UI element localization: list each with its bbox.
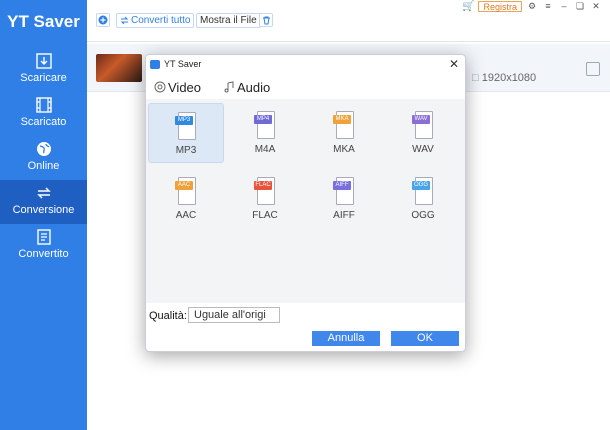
file-icon: MP4 <box>254 111 276 139</box>
menu-icon[interactable]: ≡ <box>542 1 554 12</box>
format-grid: MP3 MP3 MP4 M4A MKA MKA WAV WAV AAC AAC … <box>146 99 465 303</box>
tab-video[interactable]: Video <box>154 77 201 97</box>
close-icon[interactable]: ✕ <box>590 1 602 12</box>
tab-audio[interactable]: Audio <box>223 77 270 97</box>
download-icon <box>35 53 52 69</box>
file-icon: OGG <box>412 177 434 205</box>
format-label: MP3 <box>175 145 197 156</box>
format-dialog: YT Saver ✕ Video Audio MP3 MP3 MP4 M4A M… <box>145 54 466 352</box>
format-label: FLAC <box>252 210 278 221</box>
app-logo-icon <box>150 59 160 69</box>
sidebar-item-label: Online <box>27 160 60 172</box>
video-icon <box>154 81 166 93</box>
sidebar-item-label: Scaricare <box>20 72 67 84</box>
film-icon <box>35 97 52 113</box>
resolution-value: 1920x1080 <box>481 72 537 84</box>
sidebar: YT Saver Scaricare Scaricato Online Conv… <box>0 0 87 430</box>
format-label: WAV <box>412 144 434 155</box>
convert-icon <box>36 187 51 199</box>
toolbar: Converti tutto Mostra il File 🛒 Registra… <box>87 0 610 42</box>
quality-select[interactable]: Uguale all'origi <box>188 307 280 323</box>
gear-icon[interactable]: ⚙ <box>526 1 538 12</box>
resolution-icon: □ <box>472 72 479 84</box>
sidebar-item-convertito[interactable]: Convertito <box>0 224 87 268</box>
sidebar-item-online[interactable]: Online <box>0 136 87 180</box>
add-button[interactable] <box>96 13 110 27</box>
tab-audio-label: Audio <box>237 79 271 95</box>
format-label: M4A <box>254 144 276 155</box>
format-item-m4a[interactable]: MP4 M4A <box>227 103 303 163</box>
format-label: AIFF <box>333 210 355 221</box>
convert-all-label: Converti tutto <box>131 15 191 26</box>
ok-button[interactable]: OK <box>391 331 459 346</box>
trash-icon <box>262 16 270 24</box>
file-icon: MP3 <box>175 112 197 140</box>
file-icon: FLAC <box>254 177 276 205</box>
format-item-ogg[interactable]: OGG OGG <box>385 169 461 229</box>
dialog-titlebar: YT Saver <box>146 55 465 73</box>
sidebar-item-label: Conversione <box>12 204 75 216</box>
window-controls: 🛒 Registra ⚙ ≡ – ❏ ✕ <box>462 0 602 12</box>
register-button[interactable]: Registra <box>478 0 522 12</box>
dialog-footer: Qualità: Uguale all'origi Annulla OK <box>146 305 465 351</box>
show-file-label: Mostra il File <box>200 15 257 26</box>
app-title: YT Saver <box>7 12 80 31</box>
cancel-button[interactable]: Annulla <box>312 331 380 346</box>
show-file-button[interactable]: Mostra il File <box>196 13 261 28</box>
convert-all-button[interactable]: Converti tutto <box>116 13 195 28</box>
format-item-flac[interactable]: FLAC FLAC <box>227 169 303 229</box>
format-item-mp3[interactable]: MP3 MP3 <box>148 103 224 163</box>
document-icon <box>36 229 51 245</box>
format-item-aiff[interactable]: AIFF AIFF <box>306 169 382 229</box>
sidebar-item-scaricato[interactable]: Scaricato <box>0 92 87 136</box>
format-label: AAC <box>175 210 197 221</box>
file-icon: AAC <box>175 177 197 205</box>
minimize-icon[interactable]: – <box>558 1 570 12</box>
convert-format-icon[interactable] <box>586 62 600 76</box>
plus-icon <box>98 15 108 25</box>
globe-icon <box>36 142 51 156</box>
dialog-title: YT Saver <box>164 59 202 69</box>
format-label: OGG <box>411 210 435 221</box>
close-icon[interactable]: ✕ <box>449 57 459 71</box>
quality-label: Qualità: <box>149 310 187 322</box>
sidebar-item-label: Scaricato <box>20 116 67 128</box>
sidebar-item-label: Convertito <box>18 248 69 260</box>
dialog-tabs: Video Audio <box>154 77 270 97</box>
format-item-aac[interactable]: AAC AAC <box>148 169 224 229</box>
file-icon: MKA <box>333 111 355 139</box>
video-thumbnail <box>96 54 142 82</box>
convert-icon <box>120 16 129 25</box>
format-item-mka[interactable]: MKA MKA <box>306 103 382 163</box>
sidebar-item-conversione[interactable]: Conversione <box>0 180 87 224</box>
video-resolution: □ 1920x1080 <box>472 72 536 84</box>
delete-button[interactable] <box>259 13 273 27</box>
sidebar-item-scaricare[interactable]: Scaricare <box>0 48 87 92</box>
music-note-icon <box>224 81 234 93</box>
file-icon: AIFF <box>333 177 355 205</box>
restore-icon[interactable]: ❏ <box>574 1 586 12</box>
file-icon: WAV <box>412 111 434 139</box>
format-item-wav[interactable]: WAV WAV <box>385 103 461 163</box>
cart-icon[interactable]: 🛒 <box>462 1 474 12</box>
tab-video-label: Video <box>168 79 202 95</box>
format-label: MKA <box>333 144 355 155</box>
